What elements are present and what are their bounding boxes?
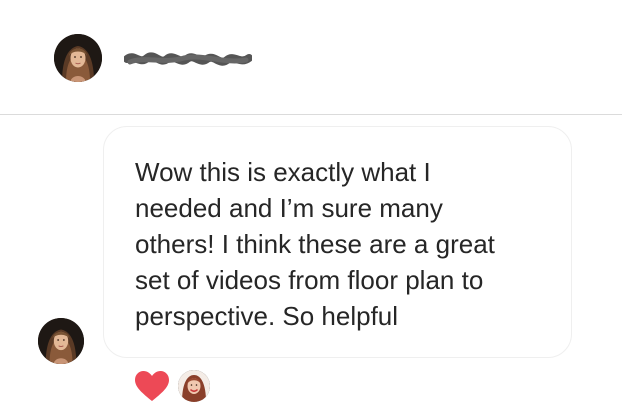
username-redacted[interactable] xyxy=(123,50,253,68)
profile-photo-icon xyxy=(178,370,210,402)
message-text: Wow this is exactly what I needed and I’… xyxy=(135,154,551,334)
message-bubble[interactable]: Wow this is exactly what I needed and I’… xyxy=(103,126,572,358)
profile-photo-icon xyxy=(38,318,84,364)
message-line: set of videos from floor plan to xyxy=(135,265,484,295)
dm-thread: Wow this is exactly what I needed and I’… xyxy=(0,0,622,418)
message-line: perspective. So helpful xyxy=(135,301,399,331)
profile-photo-icon xyxy=(54,34,102,82)
reactor-avatar[interactable] xyxy=(178,370,210,402)
redaction-scribble xyxy=(123,52,253,66)
header-divider xyxy=(0,114,622,115)
message-line: needed and I’m sure many xyxy=(135,193,443,223)
message-line: others! I think these are a great xyxy=(135,229,495,259)
message-reactions[interactable] xyxy=(134,368,224,404)
heart-icon xyxy=(135,371,169,401)
sender-avatar[interactable] xyxy=(38,318,84,364)
thread-header xyxy=(0,0,622,114)
message-line: Wow this is exactly what I xyxy=(135,157,431,187)
header-avatar[interactable] xyxy=(54,34,102,82)
